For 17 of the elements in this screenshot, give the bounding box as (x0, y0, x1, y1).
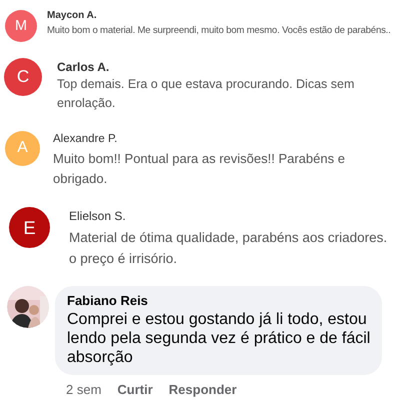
comment-text: Top demais. Era o que estava procurando. Dicas sem enrolação. (57, 76, 356, 112)
comment-text: Muito bom!! Pontual para as revisões!! Parabéns e obrigado. (53, 150, 346, 188)
commenter-name: Elielson S. (69, 209, 127, 224)
avatar: C (4, 58, 42, 96)
comment-text: Comprei e estou gostando já li todo, estou lendo pela segunda vez é prático e de fácil absorção (67, 310, 372, 368)
action-link[interactable]: Responder (168, 382, 237, 398)
comment-text: Material de ótima qualidade, parabéns aos criadores. o preço é irrisório. (69, 229, 388, 268)
avatar: A (5, 130, 40, 166)
avatar: E (9, 207, 50, 248)
commenter-name: Alexandre P. (53, 132, 118, 145)
timestamp: 2 sem (66, 382, 102, 398)
commenter-name: Maycon A. (47, 10, 98, 21)
commenter-name: Fabiano Reis (67, 292, 149, 308)
action-link[interactable]: Curtir (117, 382, 153, 398)
comment-text: Muito bom o material. Me surpreendi, muito bom mesmo. Vocês estão de parabéns.. (47, 24, 391, 38)
avatar: M (5, 10, 37, 42)
commenter-name: Carlos A. (57, 60, 110, 74)
